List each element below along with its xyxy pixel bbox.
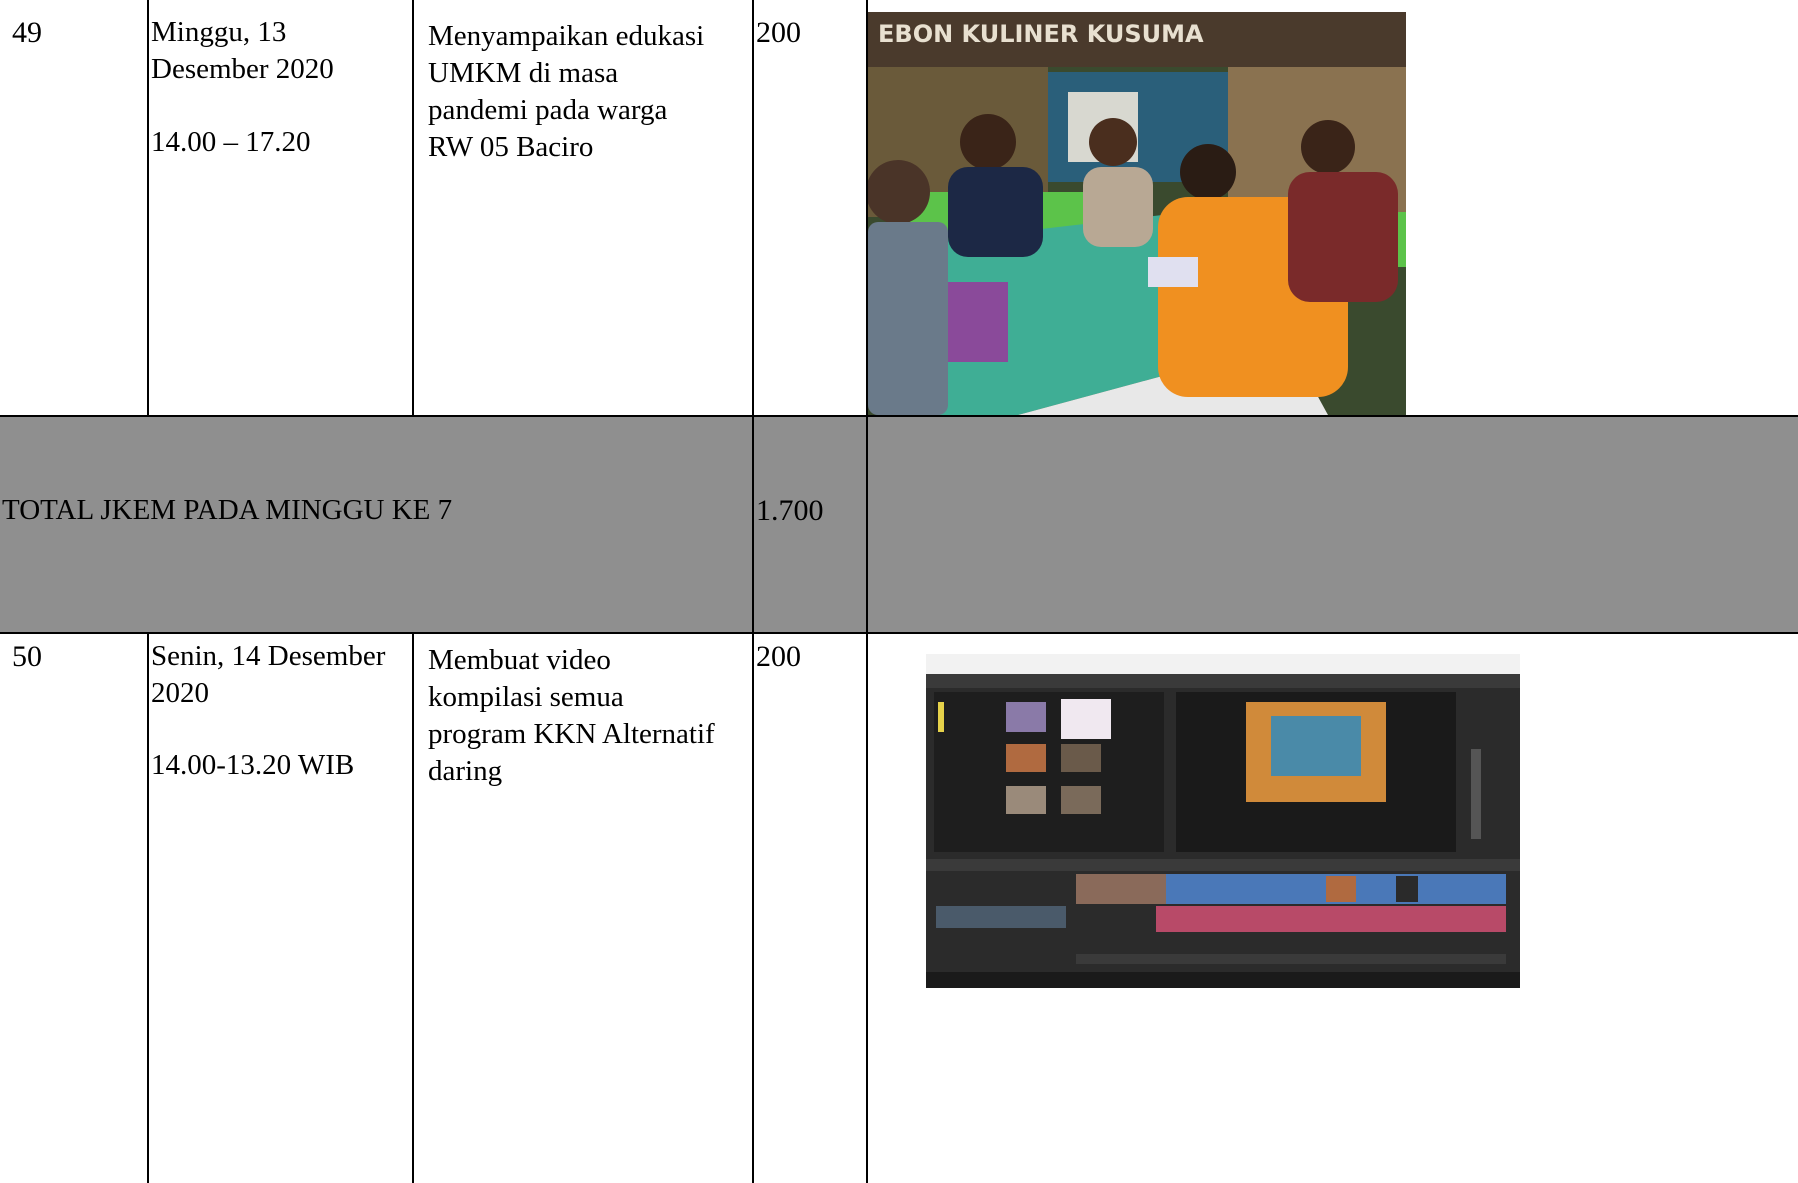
row-date: Minggu, 13 Desember 2020 [151, 16, 334, 85]
row-number: 50 [12, 640, 42, 673]
total-value: 1.700 [756, 494, 824, 527]
photo-illustration: EBON KULINER KUSUMA [868, 12, 1406, 415]
total-label: TOTAL JKEM PADA MINGGU KE 7 [2, 494, 453, 526]
row-time: 14.00-13.20 WIB [151, 749, 355, 781]
row-number: 49 [12, 16, 42, 49]
photo-banner-text: EBON KULINER KUSUMA [878, 20, 1204, 48]
row-jkem: 200 [756, 640, 801, 673]
row-activity: Menyampaikan edukasi UMKM di masa pandem… [428, 20, 705, 163]
activity-photo-umkm-education: EBON KULINER KUSUMA [868, 12, 1406, 415]
column-divider [147, 0, 149, 416]
row-divider [0, 632, 1798, 634]
editor-screenshot-illustration [926, 654, 1520, 988]
activity-photo-video-editor [926, 654, 1520, 988]
column-divider [412, 0, 414, 416]
column-divider [752, 0, 754, 1183]
row-date: Senin, 14 Desember 2020 [151, 640, 386, 709]
row-jkem: 200 [756, 16, 801, 49]
row-divider [0, 415, 1798, 417]
activity-log-table: 49 Minggu, 13 Desember 2020 14.00 – 17.2… [0, 0, 1798, 1183]
column-divider [412, 632, 414, 1183]
row-activity: Membuat video kompilasi semua program KK… [428, 644, 715, 787]
column-divider [147, 632, 149, 1183]
row-time: 14.00 – 17.20 [151, 126, 311, 158]
